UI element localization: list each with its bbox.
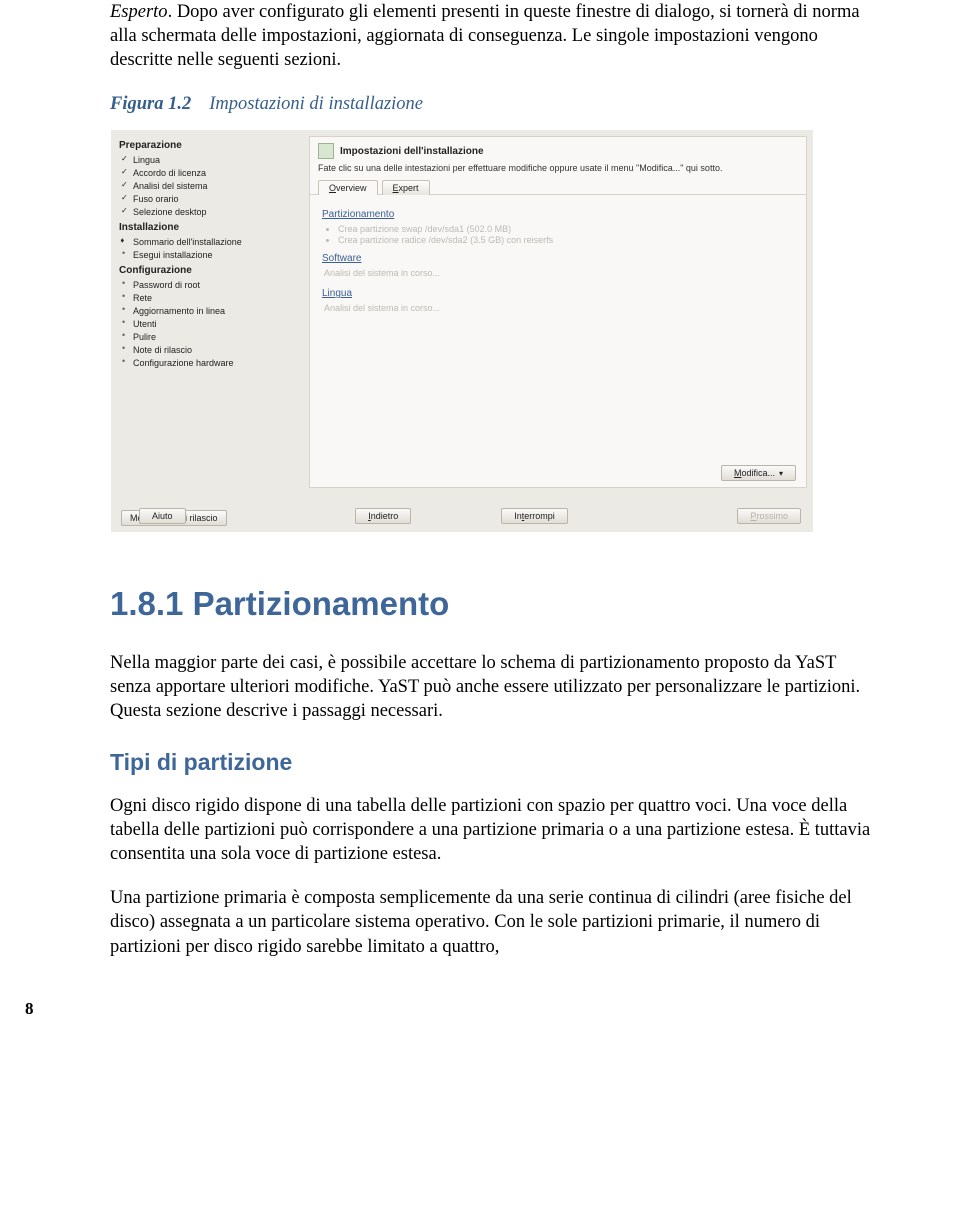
sidebar-group-configurazione: Configurazione [119, 265, 301, 276]
tab-expert[interactable]: Expert [382, 180, 430, 195]
installer-screenshot: Preparazione Lingua Accordo di licenza A… [110, 129, 814, 533]
sidebar-item[interactable]: Password di root [119, 278, 301, 291]
intro-emphasis: Esperto [110, 2, 168, 22]
panel-body: Partizionamento Crea partizione swap /de… [310, 195, 806, 331]
sidebar-item-current[interactable]: Sommario dell'installazione [119, 235, 301, 248]
main-subtitle: Fate clic su una delle intestazioni per … [310, 163, 806, 179]
tab-row: Overview Expert [310, 179, 806, 195]
dropdown-icon: ▾ [779, 469, 783, 478]
page-number: 8 [25, 999, 790, 1019]
sidebar-item[interactable]: Accordo di licenza [119, 166, 301, 179]
sidebar-item[interactable]: Aggiornamento in linea [119, 304, 301, 317]
main-panel: Impostazioni dell'installazione Fate cli… [309, 136, 807, 488]
sidebar: Preparazione Lingua Accordo di licenza A… [111, 130, 309, 532]
sidebar-item[interactable]: Fuso orario [119, 192, 301, 205]
sidebar-item[interactable]: Configurazione hardware [119, 356, 301, 369]
next-button[interactable]: Prossimo [737, 508, 801, 524]
figure-caption: Figura 1.2 Impostazioni di installazione [110, 94, 875, 115]
back-button[interactable]: Indietro [355, 508, 411, 524]
intro-paragraph: Esperto. Dopo aver configurato gli eleme… [110, 0, 875, 72]
sidebar-group-preparazione: Preparazione [119, 140, 301, 151]
partitioning-item: Crea partizione radice /dev/sda2 (3.5 GB… [338, 235, 794, 245]
main-title: Impostazioni dell'installazione [340, 146, 484, 157]
partitioning-link[interactable]: Partizionamento [322, 209, 794, 220]
figure-number: Figura 1.2 [110, 94, 191, 114]
sidebar-group-installazione: Installazione [119, 222, 301, 233]
sidebar-item[interactable]: Note di rilascio [119, 343, 301, 356]
language-link[interactable]: Lingua [322, 288, 794, 299]
sidebar-item[interactable]: Utenti [119, 317, 301, 330]
figure-title: Impostazioni di installazione [209, 94, 423, 114]
bottom-button-row: Aiuto Indietro Interrompi Prossimo [111, 508, 813, 524]
partitioning-item: Crea partizione swap /dev/sda1 (502.0 MB… [338, 224, 794, 234]
sidebar-item[interactable]: Rete [119, 291, 301, 304]
software-busy: Analisi del sistema in corso... [324, 268, 794, 278]
partitioning-items: Crea partizione swap /dev/sda1 (502.0 MB… [338, 224, 794, 245]
sidebar-item[interactable]: Esegui installazione [119, 248, 301, 261]
sidebar-item[interactable]: Analisi del sistema [119, 179, 301, 192]
help-button[interactable]: Aiuto [139, 508, 186, 524]
section-tipi-heading: Tipi di partizione [110, 749, 875, 776]
sidebar-item[interactable]: Selezione desktop [119, 205, 301, 218]
main-title-row: Impostazioni dell'installazione [310, 137, 806, 163]
settings-icon [318, 143, 334, 159]
section-tipi-para2: Una partizione primaria è composta sempl… [110, 886, 875, 958]
intro-text: . Dopo aver configurato gli elementi pre… [110, 2, 860, 70]
section-tipi-para1: Ogni disco rigido dispone di una tabella… [110, 794, 875, 866]
language-busy: Analisi del sistema in corso... [324, 303, 794, 313]
section-181-paragraph: Nella maggior parte dei casi, è possibil… [110, 651, 875, 723]
software-link[interactable]: Software [322, 253, 794, 264]
tab-overview[interactable]: Overview [318, 180, 378, 195]
sidebar-item[interactable]: Pulire [119, 330, 301, 343]
sidebar-item[interactable]: Lingua [119, 153, 301, 166]
abort-button[interactable]: Interrompi [501, 508, 568, 524]
modify-button[interactable]: Modifica...▾ [721, 465, 796, 481]
section-181-heading: 1.8.1 Partizionamento [110, 585, 875, 623]
